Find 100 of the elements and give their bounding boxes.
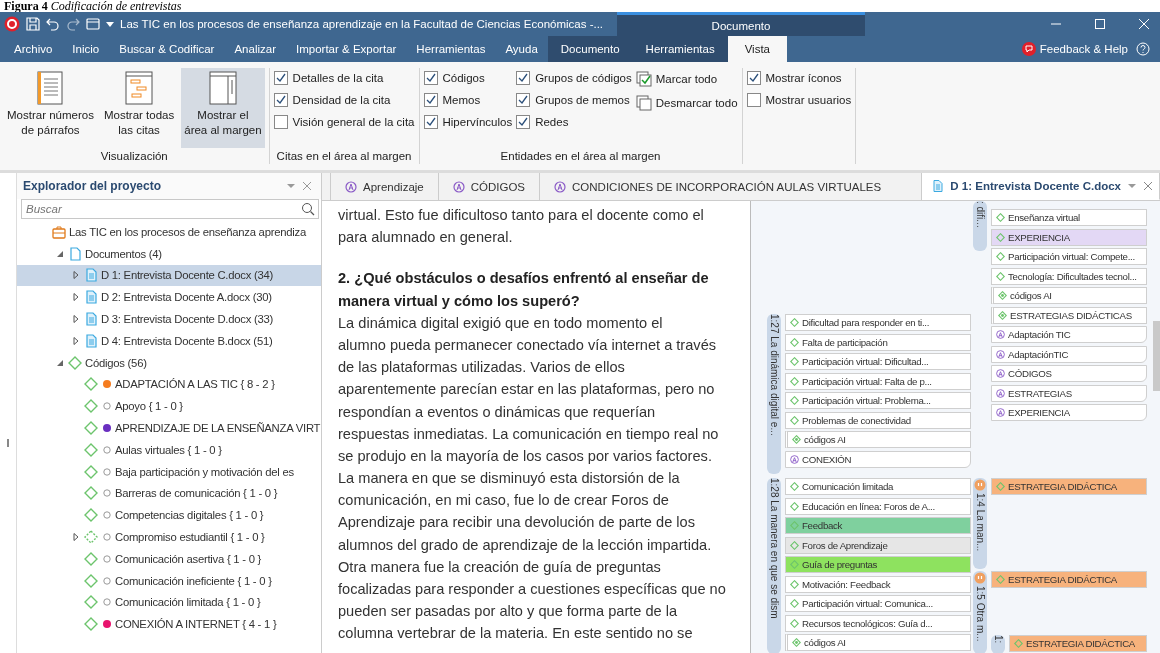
code-tag[interactable]: Participación virtual: Dificultad... [785, 353, 971, 370]
close-icon[interactable] [301, 180, 313, 192]
tree-item[interactable]: CONEXIÓN A INTERNET { 4 - 1 } [17, 613, 321, 636]
document-tab[interactable]: D 1: Entrevista Docente C.docx [922, 173, 1160, 200]
feedback-help-button[interactable]: Feedback & Help [1021, 36, 1128, 62]
tree-item[interactable]: D 4: Entrevista Docente B.docx (51) [17, 330, 321, 352]
code-tag[interactable]: Guía de preguntas [785, 556, 971, 573]
tree-item[interactable]: Comunicación limitada { 1 - 0 } [17, 591, 321, 614]
collapsed-arrow-icon[interactable] [72, 293, 80, 302]
document-tab[interactable]: Aprendizaje [331, 173, 439, 200]
checkbox[interactable]: Códigos [423, 69, 513, 87]
checkbox[interactable]: Redes [516, 113, 632, 131]
tree-item[interactable]: D 2: Entrevista Docente A.docx (30) [17, 286, 321, 309]
menu-tab[interactable]: Inicio [62, 36, 110, 62]
code-tag[interactable]: Participación virtual: Falta de p... [785, 372, 971, 390]
code-tag[interactable]: ESTRATEGIA DIDÁCTICA [1009, 635, 1147, 652]
menu-tab[interactable]: Vista [727, 36, 787, 62]
quotation-bar[interactable]: 1:4 La man... [973, 478, 987, 569]
search-field[interactable]: Buscar [21, 199, 319, 219]
expanded-arrow-icon[interactable] [56, 249, 64, 258]
ribbon-button[interactable]: Marcar todo [635, 69, 738, 89]
checkbox[interactable]: Mostrar íconos [746, 69, 852, 87]
tree-item[interactable]: Códigos (56) [17, 351, 321, 374]
tree-item[interactable]: Comunicación asertiva { 1 - 0 } [17, 547, 321, 570]
code-tag[interactable]: Adaptación TIC [991, 326, 1147, 343]
collapsed-arrow-icon[interactable] [72, 315, 80, 324]
ribbon-button[interactable]: Mostrar todas las citas [100, 68, 178, 148]
menu-tab[interactable]: Ayuda [495, 36, 548, 62]
close-icon[interactable] [1143, 181, 1153, 191]
code-tag[interactable]: CONEXIÓN [785, 450, 971, 468]
ribbon-button[interactable]: Desmarcar todo [635, 93, 738, 113]
checkbox[interactable]: Grupos de memos [516, 91, 632, 109]
tree-item[interactable]: Competencias digitales { 1 - 0 } [17, 504, 321, 527]
help-icon[interactable] [1136, 42, 1150, 56]
menu-tab[interactable]: Analizar [224, 36, 286, 62]
checkbox[interactable]: Detalles de la cita [273, 69, 415, 87]
collapsed-arrow-icon[interactable] [72, 533, 80, 542]
save-icon[interactable] [26, 17, 40, 31]
menu-tab[interactable]: Importar & Exportar [286, 36, 407, 62]
code-tag[interactable]: AdaptaciónTIC [991, 345, 1147, 363]
tree-item[interactable]: Compromiso estudiantil { 1 - 0 } [17, 526, 321, 548]
redo-icon[interactable] [66, 17, 80, 31]
tree-item[interactable]: Comunicación ineficiente { 1 - 0 } [17, 569, 321, 592]
dropdown-icon[interactable] [106, 20, 114, 28]
collapsed-arrow-icon[interactable] [72, 336, 80, 345]
code-tag[interactable]: Participación virtual: Problema... [785, 392, 971, 409]
menu-tab[interactable]: Documento [547, 36, 633, 62]
tree-item[interactable]: ADAPTACIÓN A LAS TIC { 8 - 2 } [17, 373, 321, 396]
tree-item[interactable]: Barreras de comunicación { 1 - 0 } [17, 482, 321, 505]
code-tag[interactable]: EXPERIENCIA [991, 228, 1147, 246]
code-tag[interactable]: Dificultad para responder en ti... [785, 314, 971, 331]
code-tag[interactable]: códigos AI [785, 634, 971, 651]
checkbox[interactable]: Memos [423, 91, 513, 109]
checkbox[interactable]: Visión general de la cita [273, 113, 415, 131]
code-tag[interactable]: ESTRATEGIAS [991, 384, 1147, 402]
code-tag[interactable]: Comunicación limitada [785, 478, 971, 495]
tree-item[interactable]: Baja participación y motivación del es [17, 460, 321, 483]
document-tab[interactable]: CÓDIGOS [438, 173, 541, 200]
quotation-bar[interactable]: 1: [991, 635, 1005, 653]
code-tag[interactable]: códigos AI [785, 431, 971, 448]
checkbox[interactable]: Mostrar usuarios [746, 91, 852, 109]
tree-item[interactable]: Documentos (4) [17, 242, 321, 265]
ribbon-button[interactable]: Mostrar números de párrafos [4, 68, 97, 148]
code-tag[interactable]: Tecnología: Dificultades tecnol... [991, 267, 1147, 285]
code-tag[interactable]: Foros de Aprendizaje [785, 536, 971, 554]
menu-tab[interactable]: Herramientas [406, 36, 496, 62]
collapsed-arrow-icon[interactable] [72, 271, 80, 280]
dropdown-icon[interactable] [1127, 181, 1137, 191]
code-tag[interactable]: Participación virtual: Compete... [991, 248, 1147, 265]
code-tag[interactable]: Educación en línea: Foros de A... [785, 497, 971, 515]
code-tag[interactable]: Enseñanza virtual [991, 209, 1147, 226]
maximize-icon[interactable] [1094, 18, 1106, 30]
code-tag[interactable]: Motivación: Feedback [785, 575, 971, 593]
tree-item[interactable]: APRENDIZAJE DE LA ENSEÑANZA VIRT [17, 417, 321, 439]
undo-icon[interactable] [46, 17, 60, 31]
checkbox[interactable]: Grupos de códigos [516, 69, 632, 87]
quotation-bar[interactable]: : difi... [973, 201, 987, 251]
menu-tab[interactable]: Buscar & Codificar [109, 36, 225, 62]
tree-item[interactable]: Aulas virtuales { 1 - 0 } [17, 438, 321, 461]
tree-item[interactable]: Apoyo { 1 - 0 } [17, 395, 321, 418]
checkbox[interactable]: Hipervínculos [423, 113, 513, 131]
menu-tab[interactable]: Archivo [4, 36, 63, 62]
collapse-handle[interactable] [7, 439, 9, 447]
app-logo-icon[interactable] [4, 16, 20, 32]
quotation-bar[interactable]: 1:27 La dinámica digital e... [767, 314, 781, 474]
tree-item[interactable]: D 1: Entrevista Docente C.docx (34) [17, 264, 321, 287]
code-tag[interactable]: Falta de participación [785, 333, 971, 351]
ribbon-button[interactable]: Mostrar el área al margen [181, 68, 265, 148]
expanded-arrow-icon[interactable] [56, 358, 64, 367]
code-tag[interactable]: ESTRATEGIA DIDÁCTICA [991, 571, 1147, 588]
code-tag[interactable]: códigos AI [991, 287, 1147, 304]
code-tag[interactable]: CÓDIGOS [991, 365, 1147, 382]
quotation-bar[interactable]: 1:28 La manera en que se dism [767, 478, 781, 653]
code-tag[interactable]: ESTRATEGIA DIDÁCTICA [991, 478, 1147, 495]
tree-item[interactable]: D 3: Entrevista Docente D.docx (33) [17, 308, 321, 330]
checkbox[interactable]: Densidad de la cita [273, 91, 415, 109]
code-tag[interactable]: Participación virtual: Comunica... [785, 595, 971, 612]
code-tag[interactable]: Recursos tecnológicos: Guía d... [785, 614, 971, 632]
code-tag[interactable]: Feedback [785, 517, 971, 534]
tree-item[interactable]: Las TIC en los procesos de enseñanza aprendiza [17, 221, 321, 243]
